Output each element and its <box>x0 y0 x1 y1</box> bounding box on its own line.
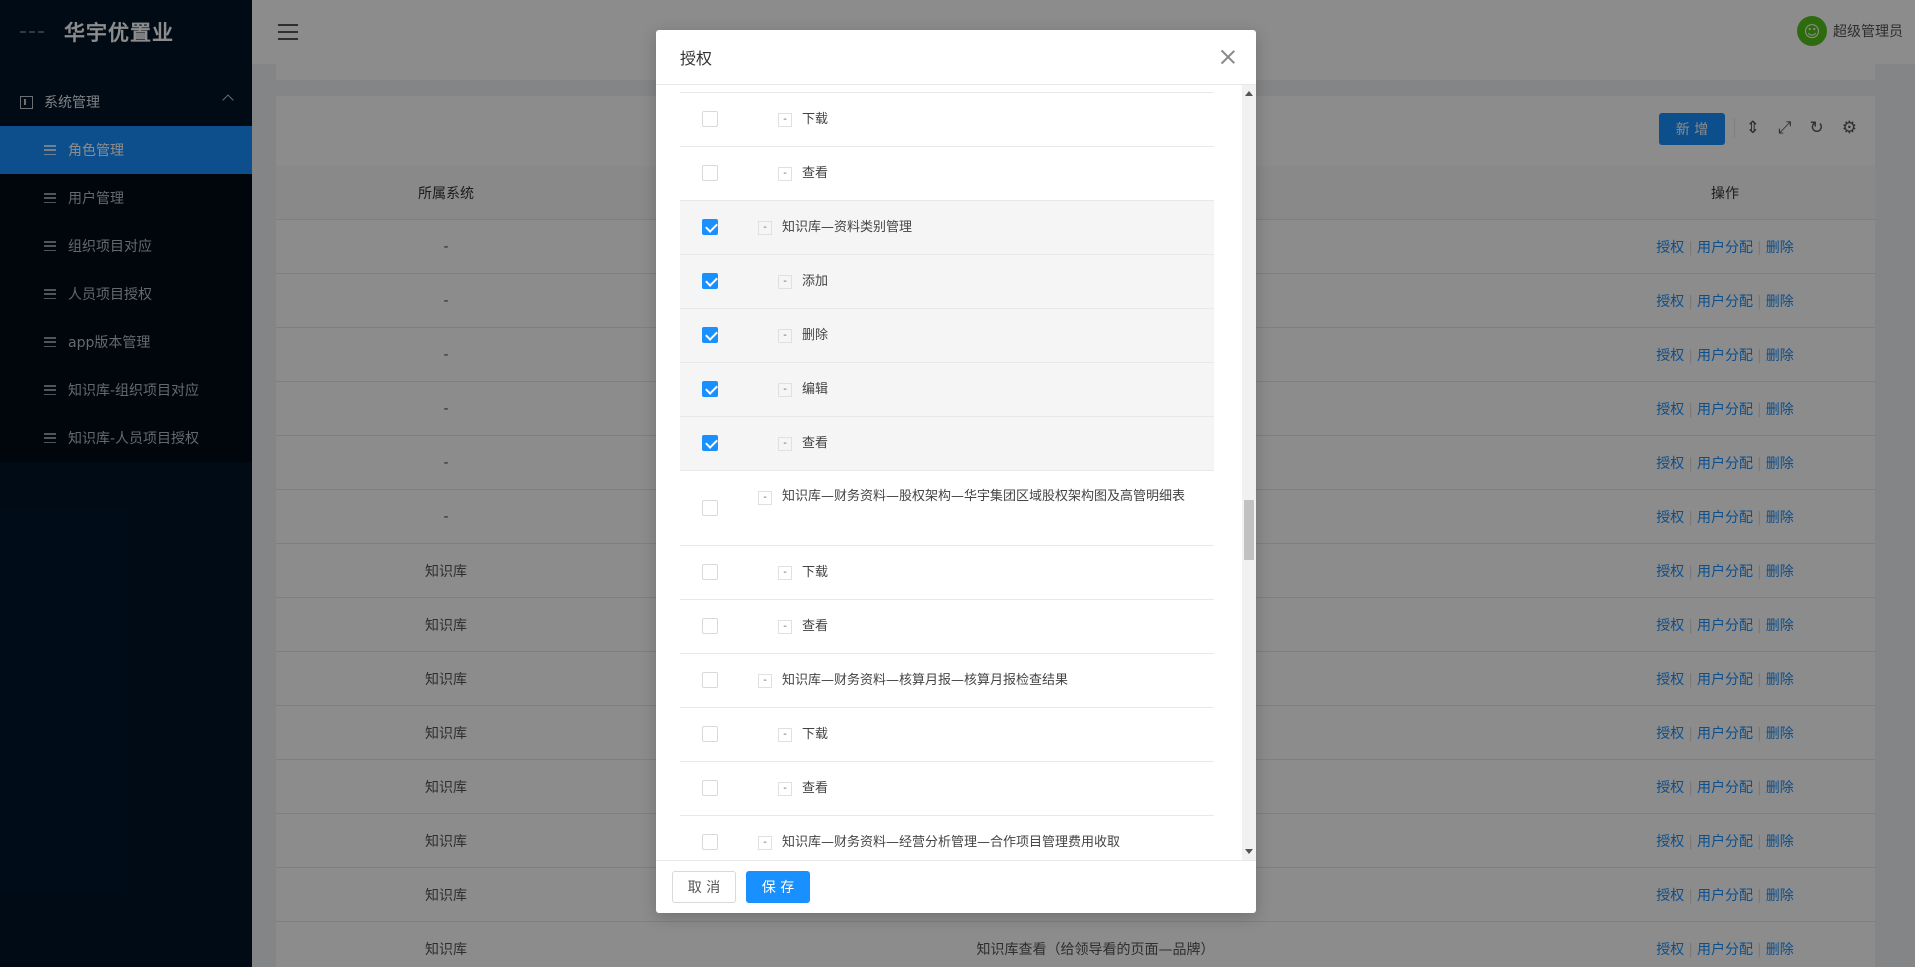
collapse-icon[interactable]: - <box>778 436 792 451</box>
modal-body: - 下载 - 查看 - 知识库—资料类别管理 - 添加 - 删除 - 编辑 - 查看 - 知识库—财务资料—股… <box>656 85 1256 860</box>
tree-node-label: 知识库—资料类别管理 <box>782 219 913 235</box>
tree-node: - 查看 <box>680 600 1214 654</box>
tree-node-label: 下载 <box>802 564 829 580</box>
tree-node: - 查看 <box>680 762 1214 816</box>
modal-header: 授权 <box>656 30 1256 85</box>
collapse-icon[interactable]: - <box>778 328 792 343</box>
tree-checkbox[interactable] <box>702 219 718 235</box>
collapse-icon[interactable]: - <box>758 673 772 688</box>
collapse-icon[interactable]: - <box>778 166 792 181</box>
tree-checkbox[interactable] <box>702 672 718 688</box>
tree-checkbox[interactable] <box>702 834 718 850</box>
tree-node: - 知识库—财务资料—经营分析管理—合作项目管理费用收取 <box>680 816 1214 860</box>
modal-title: 授权 <box>680 49 713 68</box>
collapse-icon[interactable]: - <box>778 727 792 742</box>
tree-node: - 删除 <box>680 309 1214 363</box>
tree-node: - 添加 <box>680 255 1214 309</box>
tree-node-label: 查看 <box>802 435 829 451</box>
tree-node-label: 编辑 <box>802 381 829 397</box>
collapse-icon[interactable]: - <box>778 382 792 397</box>
tree-node-label: 添加 <box>802 273 829 289</box>
tree-checkbox[interactable] <box>702 780 718 796</box>
collapse-icon[interactable]: - <box>778 619 792 634</box>
collapse-icon[interactable]: - <box>758 491 772 505</box>
tree-node-label: 删除 <box>802 327 829 343</box>
modal-scrollbar[interactable] <box>1242 85 1256 860</box>
tree-node-label: 知识库—财务资料—股权架构—华宇集团区域股权架构图及高管明细表 <box>782 489 1186 504</box>
collapse-icon[interactable]: - <box>758 835 772 850</box>
tree-node: - 知识库—财务资料—核算月报—核算月报检查结果 <box>680 654 1214 708</box>
close-icon[interactable] <box>1220 49 1236 65</box>
tree-node: - 查看 <box>680 417 1214 471</box>
tree-node: - 编辑 <box>680 363 1214 417</box>
tree-checkbox[interactable] <box>702 273 718 289</box>
tree-checkbox[interactable] <box>702 111 718 127</box>
collapse-icon[interactable]: - <box>778 565 792 580</box>
tree-checkbox[interactable] <box>702 381 718 397</box>
collapse-icon[interactable]: - <box>758 220 772 235</box>
tree-node: - 查看 <box>680 147 1214 201</box>
tree-checkbox[interactable] <box>702 327 718 343</box>
tree-node: - 下载 <box>680 93 1214 147</box>
tree-node: - 下载 <box>680 708 1214 762</box>
tree-checkbox[interactable] <box>702 435 718 451</box>
tree-checkbox[interactable] <box>702 165 718 181</box>
collapse-icon[interactable]: - <box>778 781 792 796</box>
tree-checkbox[interactable] <box>702 564 718 580</box>
tree-node: - 知识库—财务资料—股权架构—华宇集团区域股权架构图及高管明细表 <box>680 471 1214 546</box>
auth-modal: 授权 - 下载 - 查看 - 知识库—资料类别管理 - 添加 - 删除 - 编辑 - 查看 - 知识库—财务资… <box>656 30 1256 913</box>
scroll-down-icon[interactable] <box>1245 849 1253 854</box>
tree-checkbox[interactable] <box>702 500 718 516</box>
collapse-icon[interactable]: - <box>778 274 792 289</box>
tree-node-label: 知识库—财务资料—核算月报—核算月报检查结果 <box>782 672 1069 688</box>
tree-checkbox[interactable] <box>702 726 718 742</box>
tree-checkbox[interactable] <box>702 618 718 634</box>
collapse-icon[interactable]: - <box>778 112 792 127</box>
tree-node: - 知识库—资料类别管理 <box>680 201 1214 255</box>
scroll-up-icon[interactable] <box>1245 91 1253 96</box>
tree-node-label: 查看 <box>802 165 829 181</box>
tree-node-label: 查看 <box>802 618 829 634</box>
save-button[interactable]: 保 存 <box>746 871 810 903</box>
scroll-thumb[interactable] <box>1244 500 1254 560</box>
cancel-button[interactable]: 取 消 <box>672 871 736 903</box>
permission-tree: - 下载 - 查看 - 知识库—资料类别管理 - 添加 - 删除 - 编辑 - 查看 - 知识库—财务资料—股… <box>680 85 1214 860</box>
tree-node-label: 知识库—财务资料—经营分析管理—合作项目管理费用收取 <box>782 834 1121 850</box>
modal-footer: 取 消 保 存 <box>656 860 1256 913</box>
tree-node-label: 查看 <box>802 780 829 796</box>
tree-node: - 下载 <box>680 546 1214 600</box>
tree-node-label: 下载 <box>802 726 829 742</box>
tree-node-label: 下载 <box>802 111 829 127</box>
